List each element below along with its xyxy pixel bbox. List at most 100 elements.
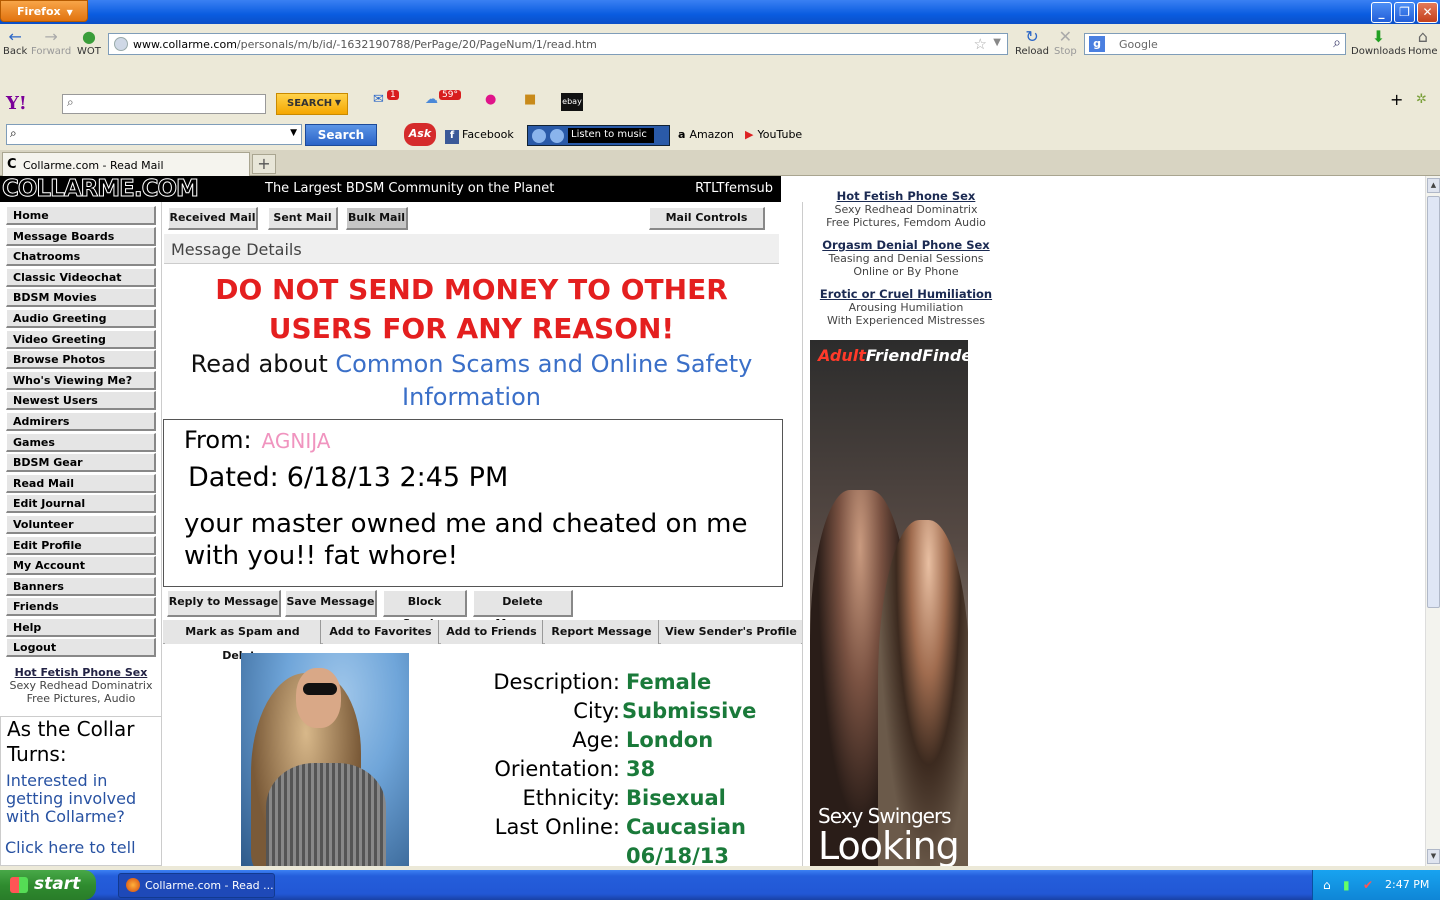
sidebar-item-audio-greeting[interactable]: Audio Greeting xyxy=(6,308,156,328)
yahoo-search-input[interactable]: ⌕ xyxy=(62,94,266,114)
music-player[interactable]: Listen to music xyxy=(527,125,670,146)
forward-button[interactable]: → Forward xyxy=(31,28,71,58)
site-logo[interactable]: COLLARME.COM xyxy=(2,176,200,203)
right-ad-title[interactable]: Orgasm Denial Phone Sex xyxy=(805,239,1007,252)
flickr-icon[interactable]: ● xyxy=(485,92,496,107)
network-icon[interactable]: ⌂ xyxy=(1323,878,1331,892)
sidebar-item-help[interactable]: Help xyxy=(6,617,156,637)
close-window-button[interactable]: ✕ xyxy=(1417,2,1438,23)
right-ad[interactable]: Hot Fetish Phone Sex Sexy Redhead Domina… xyxy=(805,190,1007,230)
view-profile-button[interactable]: View Sender's Profile xyxy=(661,620,801,644)
yahoo-logo[interactable]: Y! xyxy=(6,93,27,114)
sidebar-item-volunteer[interactable]: Volunteer xyxy=(6,514,156,534)
add-favorites-button[interactable]: Add to Favorites xyxy=(323,620,439,644)
reload-button[interactable]: ↻ Reload xyxy=(1015,28,1049,58)
received-mail-button[interactable]: Received Mail xyxy=(168,207,258,230)
safety-link[interactable]: Common Scams and Online Safety Informati… xyxy=(335,350,752,411)
spam-delete-button[interactable]: Mark as Spam and Delete xyxy=(165,620,321,662)
sidebar-item-edit-profile[interactable]: Edit Profile xyxy=(6,535,156,555)
save-message-button[interactable]: Save Message xyxy=(285,590,377,617)
sidebar-item-my-account[interactable]: My Account xyxy=(6,556,156,576)
firefox-menu-button[interactable]: Firefox ▼ xyxy=(0,0,88,22)
right-ad-title[interactable]: Hot Fetish Phone Sex xyxy=(805,190,1007,203)
signal-icon[interactable]: ▮ xyxy=(1343,878,1350,892)
ask-search-input[interactable]: ⌕ ▼ xyxy=(6,124,302,145)
facebook-link[interactable]: f Facebook xyxy=(445,128,514,144)
sender-name[interactable]: AGNIJA xyxy=(262,429,331,453)
adult-friendfinder-banner[interactable]: AdultFriendFinder Sexy Swingers Looking xyxy=(810,340,968,866)
sidebar-item-friends[interactable]: Friends xyxy=(6,597,156,617)
reply-button[interactable]: Reply to Message xyxy=(167,590,281,617)
url-dropdown-icon[interactable]: ▼ xyxy=(993,37,1001,48)
mail-controls-button[interactable]: Mail Controls xyxy=(649,207,765,230)
block-sender-button[interactable]: Block Sender xyxy=(383,590,467,630)
right-ad[interactable]: Orgasm Denial Phone Sex Teasing and Deni… xyxy=(805,239,1007,279)
collar-box-link[interactable]: Click here to tell xyxy=(1,838,161,857)
tab-collarme[interactable]: C Collarme.com - Read Mail xyxy=(2,152,250,176)
weather-icon[interactable]: ☁ 59° xyxy=(425,90,461,107)
sidebar-item-logout[interactable]: Logout xyxy=(6,638,156,658)
wot-button[interactable]: ● WOT xyxy=(77,28,101,58)
sidebar-item-bdsm-movies[interactable]: BDSM Movies xyxy=(6,288,156,308)
ask-search-button[interactable]: Search xyxy=(305,124,377,146)
ebay-icon[interactable]: ebay xyxy=(561,93,583,111)
settings-icon[interactable]: ✲ xyxy=(1416,92,1427,107)
volume-icon[interactable] xyxy=(550,129,564,143)
play-icon[interactable] xyxy=(532,129,546,143)
left-ad[interactable]: Hot Fetish Phone Sex Sexy Redhead Domina… xyxy=(0,666,162,705)
yahoo-search-button[interactable]: SEARCH ▼ xyxy=(276,93,348,115)
add-icon[interactable]: + xyxy=(1390,90,1403,109)
bookmark-star-icon[interactable]: ☆ xyxy=(974,35,987,53)
vertical-scrollbar[interactable]: ▲ ▼ xyxy=(1425,176,1440,866)
sidebar-item-browse-photos[interactable]: Browse Photos xyxy=(6,350,156,370)
sidebar-item-admirers[interactable]: Admirers xyxy=(6,411,156,431)
add-friends-button[interactable]: Add to Friends xyxy=(441,620,543,644)
profile-value: 38 xyxy=(626,757,656,781)
youtube-link[interactable]: ▶ YouTube xyxy=(745,128,802,141)
sidebar-item-games[interactable]: Games xyxy=(6,432,156,452)
sidebar-item-home[interactable]: Home xyxy=(6,206,156,225)
sidebar-item-message-boards[interactable]: Message Boards xyxy=(6,226,156,246)
start-button[interactable]: start xyxy=(0,870,96,900)
search-icon[interactable]: ⌕ xyxy=(1333,35,1341,51)
downloads-button[interactable]: ⬇ Downloads xyxy=(1351,28,1406,58)
stop-button[interactable]: ✕ Stop xyxy=(1054,28,1077,58)
google-icon[interactable]: g xyxy=(1089,36,1105,52)
restore-button[interactable]: ❐ xyxy=(1394,2,1415,23)
right-ad[interactable]: Erotic or Cruel Humiliation Arousing Hum… xyxy=(805,288,1007,328)
web-search-input[interactable]: g Google ⌕ xyxy=(1084,33,1346,55)
scroll-down-icon[interactable]: ▼ xyxy=(1427,849,1440,864)
mail-icon[interactable]: ✉ 1 xyxy=(373,90,399,107)
chevron-down-icon[interactable]: ▼ xyxy=(290,128,297,138)
sidebar-item-edit-journal[interactable]: Edit Journal xyxy=(6,494,156,514)
sidebar-item-video-greeting[interactable]: Video Greeting xyxy=(6,329,156,349)
ask-logo[interactable]: Ask xyxy=(404,123,436,146)
games-icon[interactable]: ■ xyxy=(524,92,536,107)
sidebar-item-chatrooms[interactable]: Chatrooms xyxy=(6,247,156,267)
taskbar-window-firefox[interactable]: Collarme.com - Read ... xyxy=(118,873,275,898)
amazon-link[interactable]: a Amazon xyxy=(678,128,734,141)
scroll-up-icon[interactable]: ▲ xyxy=(1427,178,1440,193)
back-button[interactable]: ← Back xyxy=(3,28,27,58)
new-tab-button[interactable]: + xyxy=(252,154,276,174)
delete-message-button[interactable]: Delete Message xyxy=(473,590,573,630)
sidebar-item-read-mail[interactable]: Read Mail xyxy=(6,473,156,493)
sidebar-item-classic-videochat[interactable]: Classic Videochat xyxy=(6,267,156,287)
security-icon[interactable]: ✔ xyxy=(1363,878,1373,892)
sidebar-item-newest-users[interactable]: Newest Users xyxy=(6,391,156,411)
bulk-mail-button[interactable]: Bulk Mail xyxy=(346,207,408,230)
home-button[interactable]: ⌂ Home xyxy=(1408,28,1438,58)
minimize-button[interactable]: _ xyxy=(1371,2,1392,23)
site-identity-icon[interactable] xyxy=(114,37,128,51)
left-ad-title[interactable]: Hot Fetish Phone Sex xyxy=(0,666,162,679)
report-message-button[interactable]: Report Message xyxy=(545,620,659,644)
current-username[interactable]: RTLTfemsub xyxy=(695,181,773,196)
sidebar-item-bdsm-gear[interactable]: BDSM Gear xyxy=(6,453,156,473)
scroll-thumb[interactable] xyxy=(1427,196,1440,608)
sent-mail-button[interactable]: Sent Mail xyxy=(268,207,338,230)
address-bar[interactable]: www.collarme.com/personals/m/b/id/-16321… xyxy=(108,33,1008,55)
right-ad-title[interactable]: Erotic or Cruel Humiliation xyxy=(805,288,1007,301)
sidebar-item-who-s-viewing-me[interactable]: Who's Viewing Me? xyxy=(6,370,156,390)
sender-photo[interactable] xyxy=(241,653,409,866)
sidebar-item-banners[interactable]: Banners xyxy=(6,576,156,596)
